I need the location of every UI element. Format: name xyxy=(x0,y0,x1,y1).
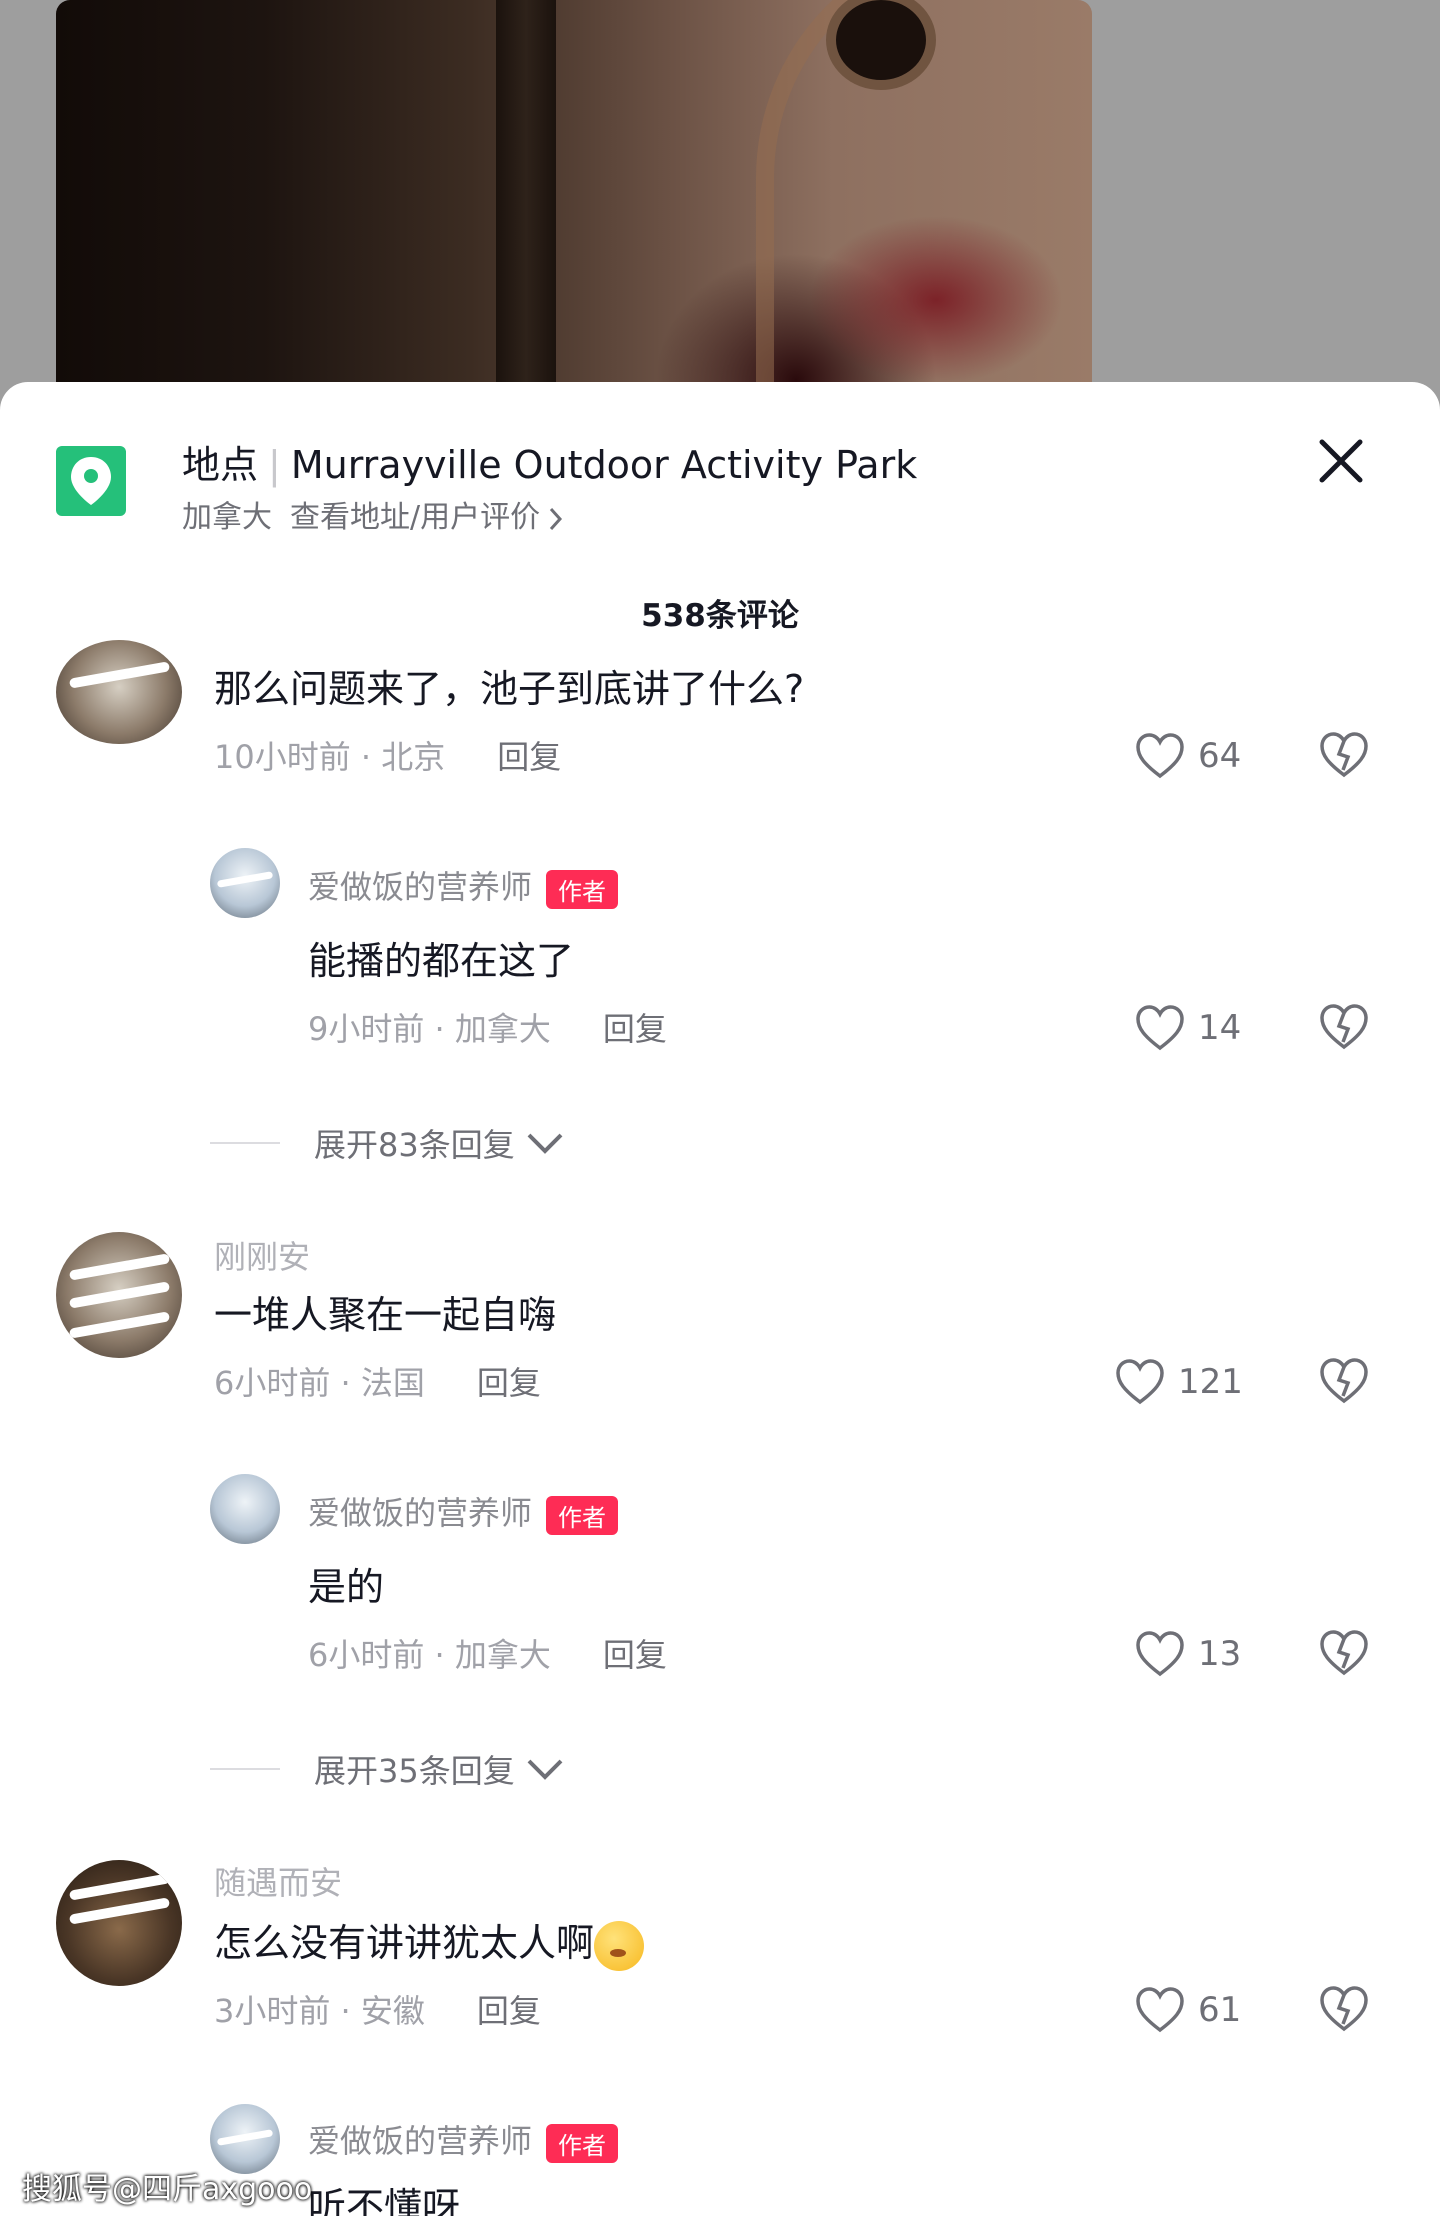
like-count: 121 xyxy=(1178,1362,1243,1402)
reply-meta: 6小时前 · 加拿大 回复 xyxy=(308,1630,667,1676)
avatar[interactable] xyxy=(56,1232,182,1358)
location-name: Murrayville Outdoor Activity Park xyxy=(290,443,918,487)
chevron-right-icon xyxy=(549,507,563,530)
like-count: 61 xyxy=(1198,1990,1242,2030)
comment-item: 那么问题来了，池子到底讲了什么? 10小时前 · 北京 回复 64 爱做饭的营养师… xyxy=(0,640,1440,1270)
reply-avatar[interactable] xyxy=(210,848,280,918)
comment-text-content: 怎么没有讲讲犹太人啊 xyxy=(214,1921,595,1965)
comment-username[interactable]: 刚刚安 xyxy=(214,1232,310,1278)
title-divider: | xyxy=(268,443,281,487)
video-player[interactable] xyxy=(56,0,1092,400)
dislike-icon[interactable] xyxy=(1318,730,1370,780)
heart-icon xyxy=(1136,733,1184,779)
comment-item: 随遇而安 怎么没有讲讲犹太人啊 3小时前 · 安徽 回复 61 爱做饭的营养师 作者… xyxy=(0,1860,1440,2216)
reply-username-text: 爱做饭的营养师 xyxy=(308,868,533,906)
reply-text: 能播的都在这了 xyxy=(308,939,575,983)
comment-time-location: 10小时前 · 北京 xyxy=(214,738,446,776)
comment-meta: 6小时前 · 法国 回复 xyxy=(214,1358,541,1404)
comment-time-location: 3小时前 · 安徽 xyxy=(214,1992,425,2030)
comment-sheet: 地点 | Murrayville Outdoor Activity Park 加拿大… xyxy=(0,382,1440,2216)
like-button[interactable]: 64 xyxy=(1134,726,1241,786)
chevron-down-icon xyxy=(527,1133,563,1154)
shushing-emoji-icon xyxy=(594,1920,645,1971)
expand-replies-button[interactable]: 展开83条回复 xyxy=(210,1120,565,1166)
reply-username[interactable]: 爱做饭的营养师 作者 xyxy=(308,862,619,909)
location-country: 加拿大 xyxy=(182,500,272,535)
dislike-icon[interactable] xyxy=(1318,1356,1370,1406)
avatar[interactable] xyxy=(56,1860,182,1986)
reply-avatar[interactable] xyxy=(210,1474,280,1544)
reply-time-location: 9小时前 · 加拿大 xyxy=(308,1010,551,1048)
expand-label: 展开35条回复 xyxy=(314,1752,515,1790)
like-count: 64 xyxy=(1198,736,1242,776)
comment-text: 怎么没有讲讲犹太人啊 xyxy=(214,1912,645,1971)
dislike-icon[interactable] xyxy=(1318,1984,1370,2034)
heart-icon xyxy=(1136,1987,1184,2033)
author-badge: 作者 xyxy=(546,869,619,909)
heart-icon xyxy=(1116,1359,1164,1405)
location-title[interactable]: 地点 | Murrayville Outdoor Activity Park xyxy=(182,434,917,489)
comment-meta: 3小时前 · 安徽 回复 xyxy=(214,1986,541,2032)
author-badge: 作者 xyxy=(546,1495,619,1535)
like-button[interactable]: 121 xyxy=(1114,1352,1243,1412)
comment-count: 538条评论 xyxy=(641,598,799,634)
reply-button[interactable]: 回复 xyxy=(477,1992,541,2030)
divider-line xyxy=(210,1768,280,1770)
reply-button[interactable]: 回复 xyxy=(603,1636,667,1674)
location-pin-icon[interactable] xyxy=(56,446,126,516)
avatar[interactable] xyxy=(56,640,182,744)
location-link-text: 查看地址/用户评价 xyxy=(290,500,541,535)
heart-icon xyxy=(1136,1631,1184,1677)
like-button[interactable]: 61 xyxy=(1134,1980,1241,2040)
reply-button[interactable]: 回复 xyxy=(477,1364,541,1402)
chevron-down-icon xyxy=(527,1759,563,1780)
reply-button[interactable]: 回复 xyxy=(497,738,561,776)
comment-item: 刚刚安 一堆人聚在一起自嗨 6小时前 · 法国 回复 121 爱做饭的营养师 作者 … xyxy=(0,1232,1440,1852)
divider-line xyxy=(210,1142,280,1144)
expand-label: 展开83条回复 xyxy=(314,1126,515,1164)
comment-time-location: 6小时前 · 法国 xyxy=(214,1364,425,1402)
like-button[interactable]: 13 xyxy=(1134,1624,1241,1684)
like-count: 14 xyxy=(1198,1008,1242,1048)
location-label: 地点 xyxy=(182,443,259,487)
dislike-icon[interactable] xyxy=(1318,1002,1370,1052)
reply-text: 听不懂呀 xyxy=(308,2185,461,2216)
video-pillar xyxy=(496,0,556,400)
reply-username-text: 爱做饭的营养师 xyxy=(308,2122,533,2160)
comment-text: 那么问题来了，池子到底讲了什么? xyxy=(214,667,805,711)
close-icon[interactable] xyxy=(1316,436,1366,486)
reply-username[interactable]: 爱做饭的营养师 作者 xyxy=(308,1488,619,1535)
location-subtitle: 加拿大 查看地址/用户评价 xyxy=(182,492,564,536)
expand-replies-button[interactable]: 展开35条回复 xyxy=(210,1746,565,1792)
author-badge: 作者 xyxy=(546,2123,619,2163)
reply-username[interactable]: 爱做饭的营养师 作者 xyxy=(308,2116,619,2163)
reply-meta: 9小时前 · 加拿大 回复 xyxy=(308,1004,667,1050)
comment-text: 一堆人聚在一起自嗨 xyxy=(214,1293,557,1337)
reply-time-location: 6小时前 · 加拿大 xyxy=(308,1636,551,1674)
reply-username-text: 爱做饭的营养师 xyxy=(308,1494,533,1532)
reply-text: 是的 xyxy=(308,1565,385,1609)
watermark: 搜狐号@四斤axgooo xyxy=(22,2172,313,2207)
comment-username[interactable]: 随遇而安 xyxy=(214,1858,342,1904)
heart-icon xyxy=(1136,1005,1184,1051)
like-count: 13 xyxy=(1198,1634,1242,1674)
dislike-icon[interactable] xyxy=(1318,1628,1370,1678)
location-link[interactable]: 查看地址/用户评价 xyxy=(290,500,564,535)
like-button[interactable]: 14 xyxy=(1134,998,1241,1058)
reply-button[interactable]: 回复 xyxy=(603,1010,667,1048)
comment-meta: 10小时前 · 北京 回复 xyxy=(214,732,561,778)
